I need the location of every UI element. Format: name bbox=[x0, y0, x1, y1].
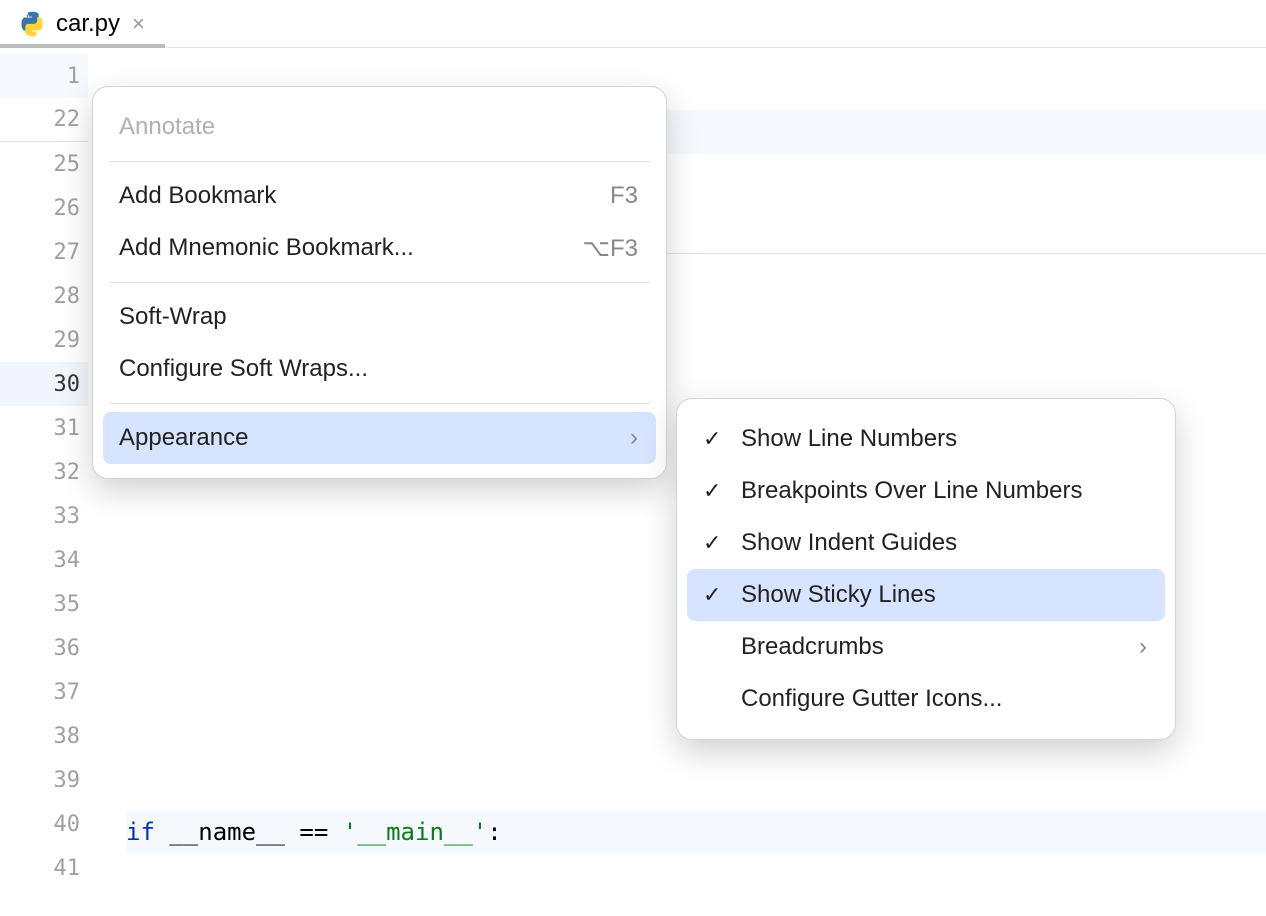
chevron-right-icon: › bbox=[1139, 633, 1147, 661]
line-number[interactable]: 25 bbox=[54, 152, 81, 177]
menu-shortcut: F3 bbox=[610, 182, 638, 210]
menu-item-configure-gutter-icons[interactable]: Configure Gutter Icons... bbox=[687, 673, 1165, 725]
line-number[interactable]: 34 bbox=[54, 548, 81, 573]
gutter[interactable]: 1 22 25 26 27 28 29 30 31 32 33 34 35 36… bbox=[0, 48, 88, 916]
close-icon[interactable]: × bbox=[130, 11, 147, 37]
menu-label: Appearance bbox=[119, 424, 248, 452]
code-text: if bbox=[126, 818, 155, 846]
line-number[interactable]: 40 bbox=[54, 812, 81, 837]
line-number[interactable]: 37 bbox=[54, 680, 81, 705]
line-number[interactable]: 35 bbox=[54, 592, 81, 617]
menu-separator bbox=[109, 161, 650, 162]
line-number[interactable]: 32 bbox=[54, 460, 81, 485]
checkmark-icon: ✓ bbox=[703, 582, 721, 608]
line-number[interactable]: 31 bbox=[54, 416, 81, 441]
file-tab[interactable]: car.py × bbox=[0, 0, 165, 47]
menu-item-add-mnemonic-bookmark[interactable]: Add Mnemonic Bookmark... ⌥F3 bbox=[103, 222, 656, 274]
line-number[interactable]: 22 bbox=[54, 107, 81, 132]
menu-label: Add Mnemonic Bookmark... bbox=[119, 234, 414, 262]
menu-item-show-indent-guides[interactable]: ✓ Show Indent Guides bbox=[687, 517, 1165, 569]
menu-label: Show Indent Guides bbox=[741, 529, 957, 557]
menu-item-add-bookmark[interactable]: Add Bookmark F3 bbox=[103, 170, 656, 222]
line-number[interactable]: 36 bbox=[54, 636, 81, 661]
checkmark-icon: ✓ bbox=[703, 478, 721, 504]
checkmark-icon: ✓ bbox=[703, 426, 721, 452]
menu-label: Soft-Wrap bbox=[119, 303, 227, 331]
appearance-submenu: ✓ Show Line Numbers ✓ Breakpoints Over L… bbox=[676, 398, 1176, 740]
line-number[interactable]: 27 bbox=[54, 240, 81, 265]
menu-shortcut: ⌥F3 bbox=[582, 234, 638, 263]
gutter-context-menu: Annotate Add Bookmark F3 Add Mnemonic Bo… bbox=[92, 86, 667, 479]
menu-label: Annotate bbox=[119, 113, 215, 141]
tab-bar: car.py × bbox=[0, 0, 1266, 48]
line-number[interactable]: 30 bbox=[54, 372, 81, 397]
line-number[interactable]: 29 bbox=[54, 328, 81, 353]
menu-label: Show Line Numbers bbox=[741, 425, 957, 453]
menu-item-breadcrumbs[interactable]: Breadcrumbs › bbox=[687, 621, 1165, 673]
menu-label: Breadcrumbs bbox=[741, 633, 884, 661]
line-number[interactable]: 33 bbox=[54, 504, 81, 529]
menu-item-breakpoints-over-line-numbers[interactable]: ✓ Breakpoints Over Line Numbers bbox=[687, 465, 1165, 517]
menu-item-show-line-numbers[interactable]: ✓ Show Line Numbers bbox=[687, 413, 1165, 465]
menu-label: Show Sticky Lines bbox=[741, 581, 936, 609]
menu-separator bbox=[109, 403, 650, 404]
line-number[interactable]: 28 bbox=[54, 284, 81, 309]
menu-item-appearance[interactable]: Appearance › bbox=[103, 412, 656, 464]
checkmark-icon: ✓ bbox=[703, 530, 721, 556]
code-text: : bbox=[487, 818, 501, 846]
menu-separator bbox=[109, 282, 650, 283]
line-number[interactable]: 1 bbox=[67, 64, 80, 89]
menu-item-annotate: Annotate bbox=[103, 101, 656, 153]
code-text: __name__ == bbox=[155, 818, 343, 846]
line-number[interactable]: 38 bbox=[54, 724, 81, 749]
tab-filename: car.py bbox=[56, 10, 120, 38]
menu-item-soft-wrap[interactable]: Soft-Wrap bbox=[103, 291, 656, 343]
menu-item-configure-soft-wraps[interactable]: Configure Soft Wraps... bbox=[103, 343, 656, 395]
code-line: if __name__ == '__main__': bbox=[126, 810, 1266, 854]
code-text: '__main__' bbox=[343, 818, 488, 846]
menu-label: Breakpoints Over Line Numbers bbox=[741, 477, 1082, 505]
menu-label: Configure Gutter Icons... bbox=[741, 685, 1002, 713]
menu-label: Add Bookmark bbox=[119, 182, 276, 210]
line-number[interactable]: 26 bbox=[54, 196, 81, 221]
line-number[interactable]: 39 bbox=[54, 768, 81, 793]
menu-label: Configure Soft Wraps... bbox=[119, 355, 368, 383]
menu-item-show-sticky-lines[interactable]: ✓ Show Sticky Lines bbox=[687, 569, 1165, 621]
python-icon bbox=[18, 10, 46, 38]
line-number[interactable]: 41 bbox=[54, 856, 81, 881]
chevron-right-icon: › bbox=[630, 424, 638, 452]
